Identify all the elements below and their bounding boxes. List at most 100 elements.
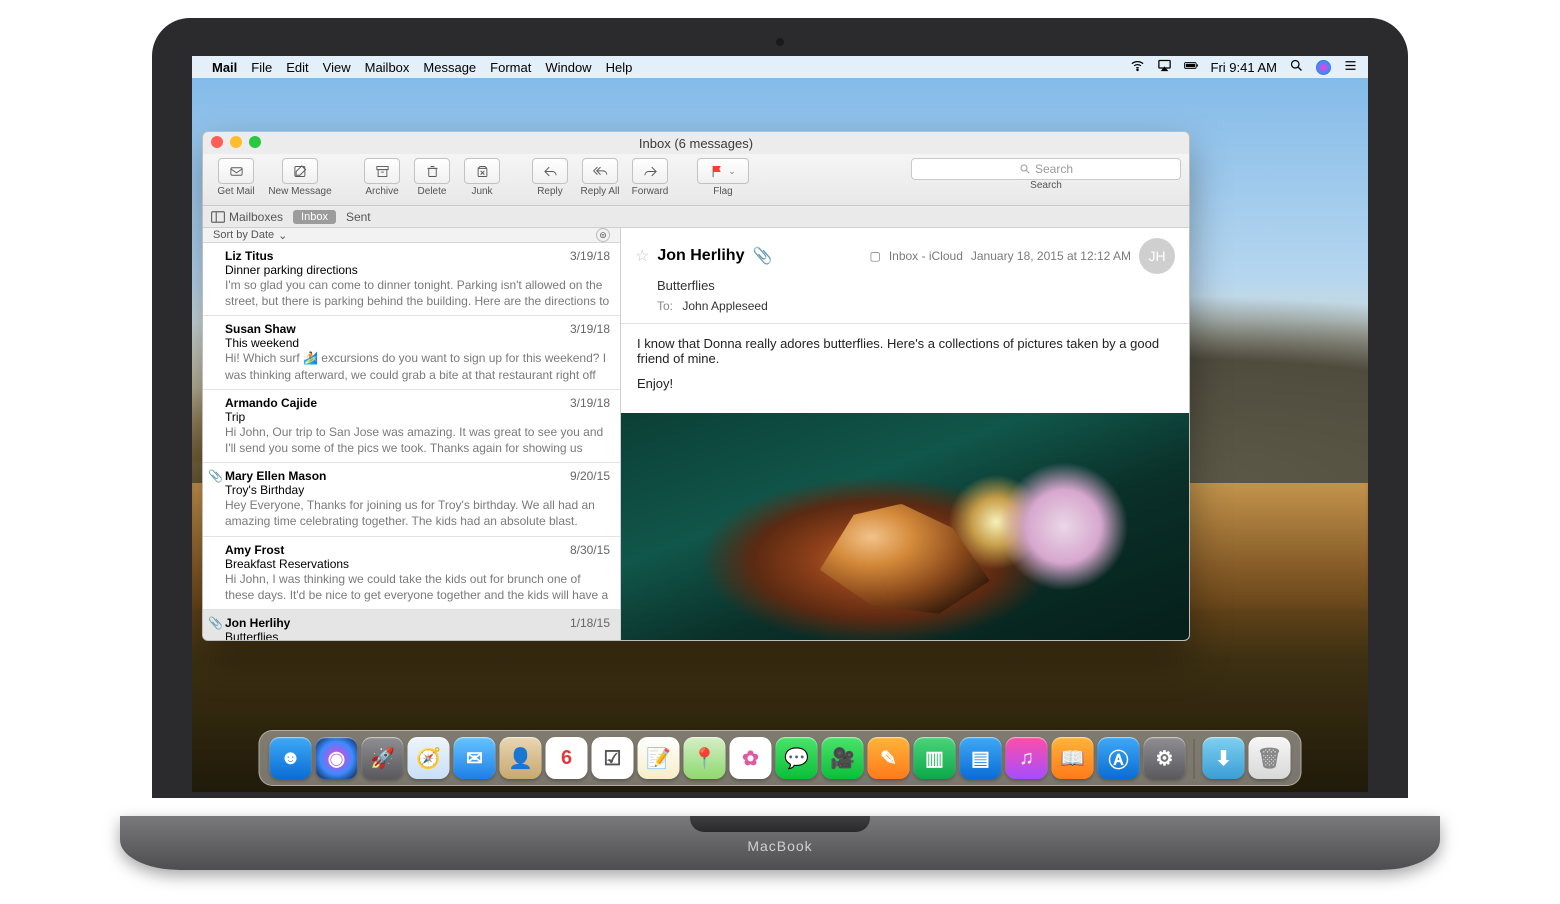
toolbar-search[interactable]: Search Search xyxy=(911,158,1181,191)
message-reader: ☆ Jon Herlihy 📎 ▢ Inbox - iCloud January… xyxy=(621,228,1189,640)
favorites-bar: Mailboxes Inbox Sent xyxy=(203,206,1189,228)
archive-button[interactable]: Archive xyxy=(357,158,407,197)
tab-sent[interactable]: Sent xyxy=(346,210,371,224)
dock-divider xyxy=(1194,739,1195,779)
dock-keynote[interactable]: ▤ xyxy=(960,737,1002,779)
message-from: Liz Titus xyxy=(225,249,273,263)
reply-button[interactable]: Reply xyxy=(525,158,575,197)
message-item[interactable]: 📎Jon Herlihy1/18/15ButterfliesI know tha… xyxy=(203,610,620,640)
message-from: Armando Cajide xyxy=(225,396,317,410)
dock-finder[interactable]: ☻ xyxy=(270,737,312,779)
dock-preferences[interactable]: ⚙ xyxy=(1144,737,1186,779)
titlebar[interactable]: Inbox (6 messages) xyxy=(203,132,1189,154)
attachment-icon: 📎 xyxy=(752,246,772,266)
message-from: Mary Ellen Mason xyxy=(225,469,326,483)
screen-bezel: Mail File Edit View Mailbox Message Format Win… xyxy=(152,18,1408,798)
window-title: Inbox (6 messages) xyxy=(639,136,753,151)
dock-calendar[interactable]: 6 xyxy=(546,737,588,779)
dock-launchpad[interactable]: 🚀 xyxy=(362,737,404,779)
new-message-button[interactable]: New Message xyxy=(261,158,339,197)
forward-button[interactable]: Forward xyxy=(625,158,675,197)
filter-icon[interactable]: ⊜ xyxy=(596,228,610,242)
spotlight-icon[interactable] xyxy=(1289,58,1304,76)
dock-notes[interactable]: 📝 xyxy=(638,737,680,779)
battery-icon[interactable] xyxy=(1184,58,1199,76)
folder-icon: ▢ xyxy=(869,249,880,263)
siri-icon[interactable] xyxy=(1316,60,1331,75)
dock-facetime[interactable]: 🎥 xyxy=(822,737,864,779)
menubar-clock[interactable]: Fri 9:41 AM xyxy=(1211,60,1277,75)
menu-view[interactable]: View xyxy=(323,60,351,75)
menu-edit[interactable]: Edit xyxy=(286,60,308,75)
menu-window[interactable]: Window xyxy=(545,60,591,75)
get-mail-label: Get Mail xyxy=(217,186,254,197)
reply-all-button[interactable]: Reply All xyxy=(575,158,625,197)
reply-all-label: Reply All xyxy=(581,186,620,197)
attachment-image[interactable] xyxy=(621,413,1189,640)
mailboxes-label: Mailboxes xyxy=(229,210,283,224)
dock-downloads[interactable]: ⬇ xyxy=(1203,737,1245,779)
menu-app[interactable]: Mail xyxy=(212,60,237,75)
attachment-icon: 📎 xyxy=(208,469,223,483)
delete-button[interactable]: Delete xyxy=(407,158,457,197)
menu-help[interactable]: Help xyxy=(606,60,633,75)
message-item[interactable]: Armando Cajide3/19/18TripHi John, Our tr… xyxy=(203,390,620,463)
body-line-2: Enjoy! xyxy=(637,376,1173,391)
airplay-icon[interactable] xyxy=(1157,58,1172,76)
message-preview: Hi John, Our trip to San Jose was amazin… xyxy=(225,424,610,456)
dock-maps[interactable]: 📍 xyxy=(684,737,726,779)
dock-trash[interactable]: 🗑 xyxy=(1249,737,1291,779)
window-close[interactable] xyxy=(211,136,223,148)
sort-bar[interactable]: Sort by Date ⌄ ⊜ xyxy=(203,228,620,243)
mailboxes-toggle[interactable]: Mailboxes xyxy=(211,210,283,224)
star-icon[interactable]: ☆ xyxy=(635,246,649,266)
menu-mailbox[interactable]: Mailbox xyxy=(365,60,410,75)
message-date: 3/19/18 xyxy=(570,322,610,336)
menu-format[interactable]: Format xyxy=(490,60,531,75)
dock-ibooks[interactable]: 📖 xyxy=(1052,737,1094,779)
message-preview: Hey Everyone, Thanks for joining us for … xyxy=(225,497,610,529)
dock-contacts[interactable]: 👤 xyxy=(500,737,542,779)
menu-message[interactable]: Message xyxy=(423,60,476,75)
message-subject: Breakfast Reservations xyxy=(225,557,610,571)
dock-mail[interactable]: ✉ xyxy=(454,737,496,779)
menu-file[interactable]: File xyxy=(251,60,272,75)
message-subject: This weekend xyxy=(225,336,610,350)
dock-photos[interactable]: ✿ xyxy=(730,737,772,779)
dock-pages[interactable]: ✎ xyxy=(868,737,910,779)
message-date: 9/20/15 xyxy=(570,469,610,483)
dock-numbers[interactable]: ▥ xyxy=(914,737,956,779)
mail-window: Inbox (6 messages) Get Mail New Message xyxy=(202,131,1190,641)
message-list: Sort by Date ⌄ ⊜ Liz Titus3/19/18Dinner … xyxy=(203,228,621,640)
message-preview: Hi John, I was thinking we could take th… xyxy=(225,571,610,603)
new-message-label: New Message xyxy=(268,186,331,197)
junk-label: Junk xyxy=(471,186,492,197)
message-item[interactable]: Susan Shaw3/19/18This weekendHi! Which s… xyxy=(203,316,620,389)
wifi-icon[interactable] xyxy=(1130,58,1145,76)
message-from: Jon Herlihy xyxy=(225,616,290,630)
message-preview: I'm so glad you can come to dinner tonig… xyxy=(225,277,610,309)
dock: ☻◉🚀🧭✉👤6☑📝📍✿💬🎥✎▥▤♫📖Ⓐ⚙ ⬇🗑 xyxy=(259,730,1302,786)
dock-siri[interactable]: ◉ xyxy=(316,737,358,779)
search-icon xyxy=(1019,163,1031,175)
reader-sender: Jon Herlihy xyxy=(657,247,744,265)
window-zoom[interactable] xyxy=(249,136,261,148)
dock-safari[interactable]: 🧭 xyxy=(408,737,450,779)
junk-button[interactable]: Junk xyxy=(457,158,507,197)
dock-appstore[interactable]: Ⓐ xyxy=(1098,737,1140,779)
notification-center-icon[interactable] xyxy=(1343,58,1358,76)
message-subject: Troy's Birthday xyxy=(225,483,610,497)
message-item[interactable]: Liz Titus3/19/18Dinner parking direction… xyxy=(203,243,620,316)
message-preview: Hi! Which surf 🏄 excursions do you want … xyxy=(225,350,610,382)
message-date: 3/19/18 xyxy=(570,396,610,410)
dock-reminders[interactable]: ☑ xyxy=(592,737,634,779)
message-item[interactable]: Amy Frost8/30/15Breakfast ReservationsHi… xyxy=(203,537,620,610)
body-line-1: I know that Donna really adores butterfl… xyxy=(637,336,1173,366)
dock-itunes[interactable]: ♫ xyxy=(1006,737,1048,779)
dock-messages[interactable]: 💬 xyxy=(776,737,818,779)
flag-button[interactable]: ⌄ Flag xyxy=(693,158,753,197)
tab-inbox[interactable]: Inbox xyxy=(293,210,336,224)
get-mail-button[interactable]: Get Mail xyxy=(211,158,261,197)
window-minimize[interactable] xyxy=(230,136,242,148)
message-item[interactable]: 📎Mary Ellen Mason 9/20/15Troy's BirthdayH… xyxy=(203,463,620,536)
